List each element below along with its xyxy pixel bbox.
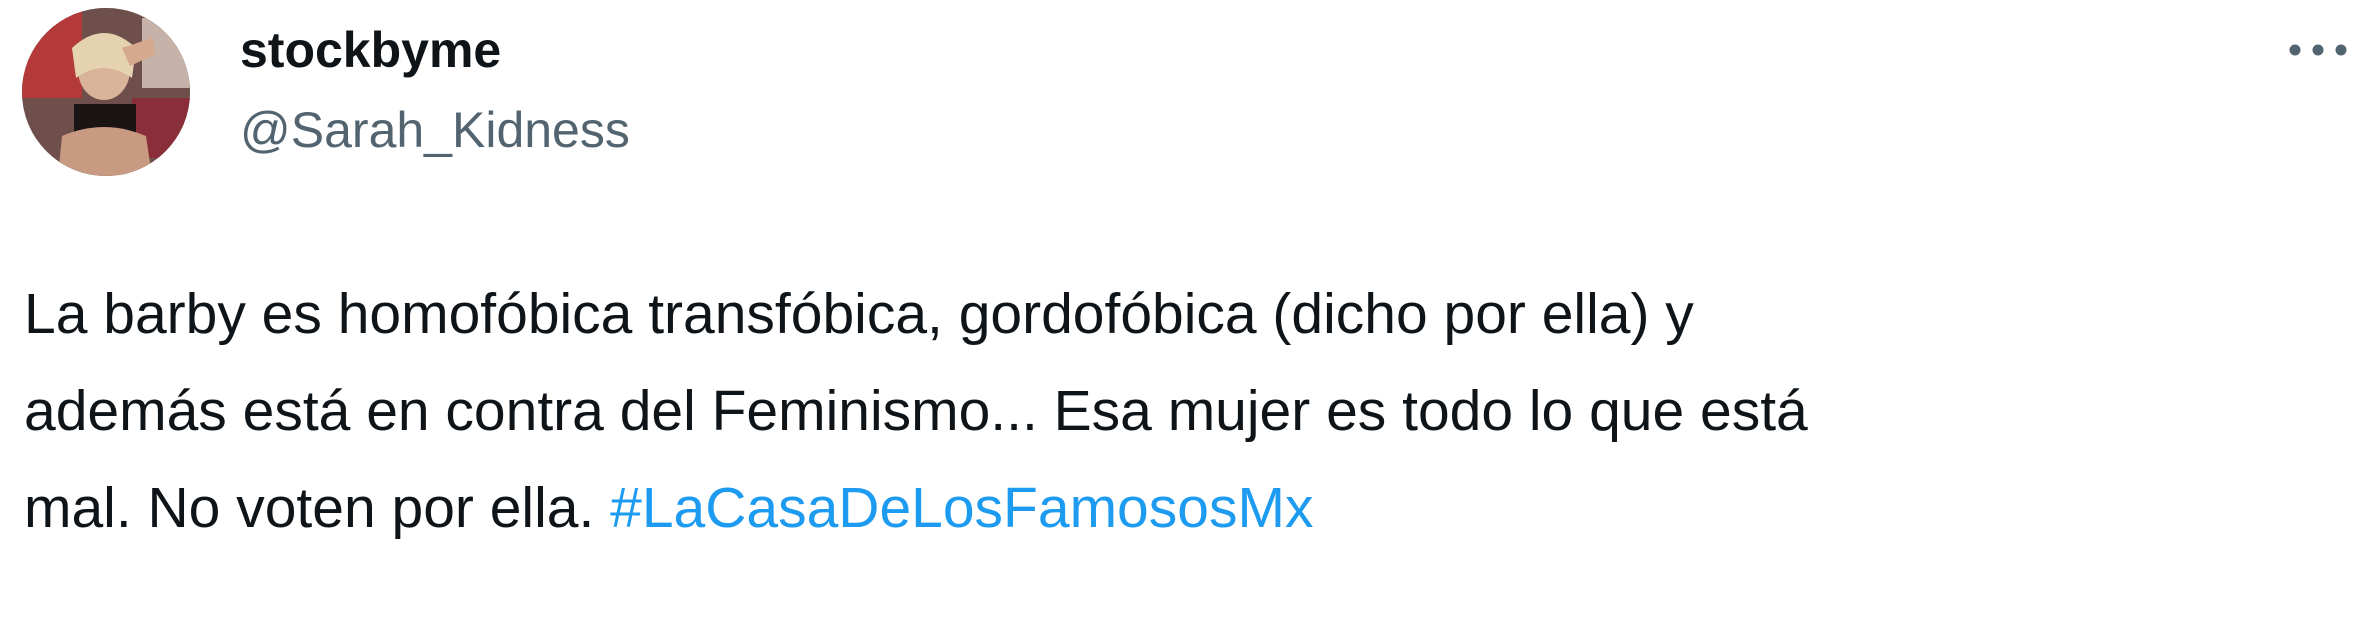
more-options-button[interactable] [2278,28,2358,72]
hashtag-link[interactable]: #LaCasaDeLosFamososMx [610,476,1313,540]
tweet-line-1: La barby es homofóbica transfóbica, gord… [24,282,1694,346]
tweet-line-2: además está en contra del Feminismo... E… [24,379,1808,443]
user-handle[interactable]: @Sarah_Kidness [240,100,630,160]
tweet-card: stockbyme @Sarah_Kidness La barby es hom… [0,0,2364,620]
display-name[interactable]: stockbyme [240,20,501,80]
more-options-icon [2289,44,2347,56]
avatar-photo [22,8,190,176]
avatar[interactable] [22,8,190,176]
tweet-text: La barby es homofóbica transfóbica, gord… [24,266,2324,557]
tweet-line-3: mal. No voten por ella. [24,476,611,540]
